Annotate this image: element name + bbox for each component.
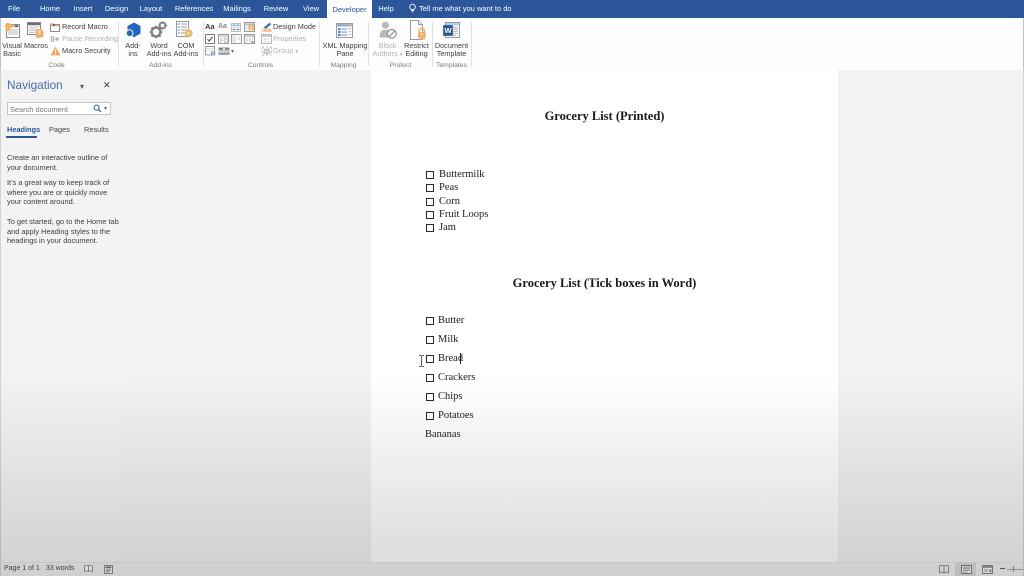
svg-text:W: W — [444, 26, 452, 35]
